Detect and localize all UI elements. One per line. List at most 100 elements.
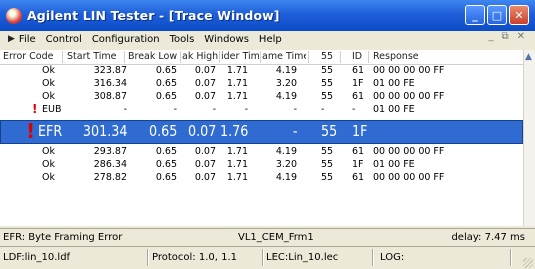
cell-break-high: 0.07 — [194, 65, 216, 76]
header-start-time[interactable]: Start Time — [67, 51, 121, 62]
cell-break-low: 0.65 — [155, 78, 177, 89]
menu-configuration[interactable]: Configuration — [92, 34, 160, 45]
table-row[interactable]: Ok 293.87 0.65 0.07 1.71 4.19 55 61 00 00 00 00 … — [0, 146, 523, 159]
cell-error-code: Ok — [42, 78, 55, 89]
trace-table: Ok 323.87 0.65 0.07 1.71 4.19 55 61 00 00 00 00 … — [0, 65, 523, 226]
header-break-high[interactable]: ak High — [182, 51, 218, 62]
header-break-low[interactable]: Break Low — [128, 51, 178, 62]
header-divider — [180, 51, 181, 63]
cell-break-high: 0.07 — [194, 172, 216, 183]
mdi-restore-button[interactable]: ⧉ — [501, 31, 508, 42]
cell-frame-time: - — [293, 104, 297, 115]
cell-start-time: 316.34 — [93, 78, 127, 89]
title-bar[interactable]: Agilent LIN Tester - [Trace Window] _ □ … — [0, 0, 535, 31]
close-button[interactable]: ✕ — [509, 5, 529, 25]
cell-error-code: EFR — [38, 122, 63, 140]
cell-frame-time: 4.19 — [275, 172, 297, 183]
status-bar-error: EFR: Byte Framing Error VL1_CEM_Frm1 del… — [0, 228, 535, 247]
cell-sync: - — [321, 104, 325, 115]
header-frame-time[interactable]: ame Time — [262, 51, 306, 62]
cell-response: 01 00 FE — [373, 78, 415, 89]
cell-id: 1F — [352, 159, 364, 170]
cell-break-high: 0.07 — [187, 122, 216, 140]
cell-frame-time: - — [292, 122, 297, 140]
app-window: Agilent LIN Tester - [Trace Window] _ □ … — [0, 0, 535, 269]
header-divider — [124, 51, 125, 63]
delay-value: delay: 7.47 ms — [451, 232, 525, 243]
cell-sync: 55 — [321, 122, 338, 140]
mdi-close-button[interactable]: ✕ — [517, 31, 525, 42]
table-row[interactable]: Ok 316.34 0.65 0.07 1.71 3.20 55 1F 01 00 FE — [0, 78, 523, 91]
cell-break-low: 0.65 — [155, 172, 177, 183]
cell-id: 1F — [352, 122, 368, 140]
cell-error-code: Ok — [42, 159, 55, 170]
header-sync[interactable]: 55 — [321, 51, 333, 62]
cell-response: 00 00 00 00 FF — [373, 146, 445, 157]
window-controls: _ □ ✕ — [465, 5, 529, 25]
mdi-controls: _ ⧉ ✕ — [488, 31, 525, 42]
play-arrow-icon: ▶ — [8, 34, 15, 44]
table-row[interactable]: Ok 286.34 0.65 0.07 1.71 3.20 55 1F 01 00 FE — [0, 159, 523, 172]
cell-error-code: Ok — [42, 146, 55, 157]
header-response[interactable]: Response — [373, 51, 419, 62]
table-row[interactable]: Ok 308.87 0.65 0.07 1.71 4.19 55 61 00 00 00 00 … — [0, 91, 523, 104]
header-error-code[interactable]: Error Code — [3, 51, 59, 62]
cell-header-time: 1.71 — [226, 146, 248, 157]
cell-break-high: 0.07 — [194, 91, 216, 102]
exclamation-icon: ! — [32, 102, 38, 116]
cell-id: - — [352, 104, 356, 115]
menu-control[interactable]: Control — [46, 34, 82, 45]
cell-header-time: 1.76 — [219, 122, 248, 140]
status-divider — [262, 249, 263, 266]
menu-bar: ▶ File Control Configuration Tools Windo… — [0, 31, 535, 47]
cell-header-time: 1.71 — [226, 91, 248, 102]
table-row[interactable]: ! EFR 301.34 0.65 0.07 1.76 - 55 1F — [0, 119, 523, 144]
agilent-logo-icon — [6, 7, 22, 24]
exclamation-icon: ! — [26, 119, 36, 143]
cell-sync: 55 — [321, 146, 334, 157]
cell-break-low: - — [173, 104, 177, 115]
header-divider — [308, 51, 309, 63]
cell-frame-time: 3.20 — [275, 78, 297, 89]
cell-break-low: 0.65 — [155, 159, 177, 170]
cell-sync: 55 — [321, 65, 334, 76]
window-title: Agilent LIN Tester - [Trace Window] — [27, 8, 280, 23]
vertical-scrollbar[interactable]: ▲ — [523, 50, 535, 226]
cell-id: 61 — [352, 65, 365, 76]
protocol-version: Protocol: 1.0, 1.1 — [152, 252, 238, 263]
table-row[interactable]: ! EUB - - - - - - - 01 00 FE — [0, 102, 523, 117]
cell-break-low: 0.65 — [155, 65, 177, 76]
status-divider — [510, 249, 511, 266]
menu-windows[interactable]: Windows — [204, 34, 249, 45]
chevron-up-icon[interactable]: ▲ — [525, 52, 532, 62]
cell-sync: 55 — [321, 172, 334, 183]
header-divider — [62, 51, 63, 63]
resize-grip[interactable] — [523, 258, 533, 268]
log-file: LOG: — [380, 252, 405, 263]
header-divider — [368, 51, 369, 63]
menu-help[interactable]: Help — [259, 34, 282, 45]
menu-tools[interactable]: Tools — [170, 34, 195, 45]
cell-frame-time: 4.19 — [275, 91, 297, 102]
table-row[interactable]: Ok 323.87 0.65 0.07 1.71 4.19 55 61 00 00 00 00 … — [0, 65, 523, 78]
cell-id: 61 — [352, 146, 365, 157]
frame-name: VL1_CEM_Frm1 — [238, 232, 314, 243]
cell-start-time: 293.87 — [93, 146, 127, 157]
minimize-button[interactable]: _ — [465, 5, 485, 25]
cell-start-time: 278.82 — [93, 172, 127, 183]
header-id[interactable]: ID — [352, 51, 362, 62]
cell-break-high: 0.07 — [194, 78, 216, 89]
mdi-minimize-button[interactable]: _ — [488, 31, 493, 42]
cell-response: 00 00 00 00 FF — [373, 65, 445, 76]
cell-error-code: EUB — [42, 104, 62, 115]
ldf-file: LDF:lin_10.ldf — [3, 252, 71, 263]
header-header-time[interactable]: ider Time — [221, 51, 259, 62]
status-divider — [372, 249, 373, 266]
header-divider — [340, 51, 341, 63]
maximize-button[interactable]: □ — [487, 5, 507, 25]
cell-frame-time: 4.19 — [275, 65, 297, 76]
menu-file[interactable]: File — [19, 34, 36, 45]
table-row[interactable]: Ok 278.82 0.65 0.07 1.71 4.19 55 61 00 00 00 00 … — [0, 172, 523, 185]
cell-response: 00 00 00 00 FF — [373, 91, 445, 102]
header-divider — [260, 51, 261, 63]
